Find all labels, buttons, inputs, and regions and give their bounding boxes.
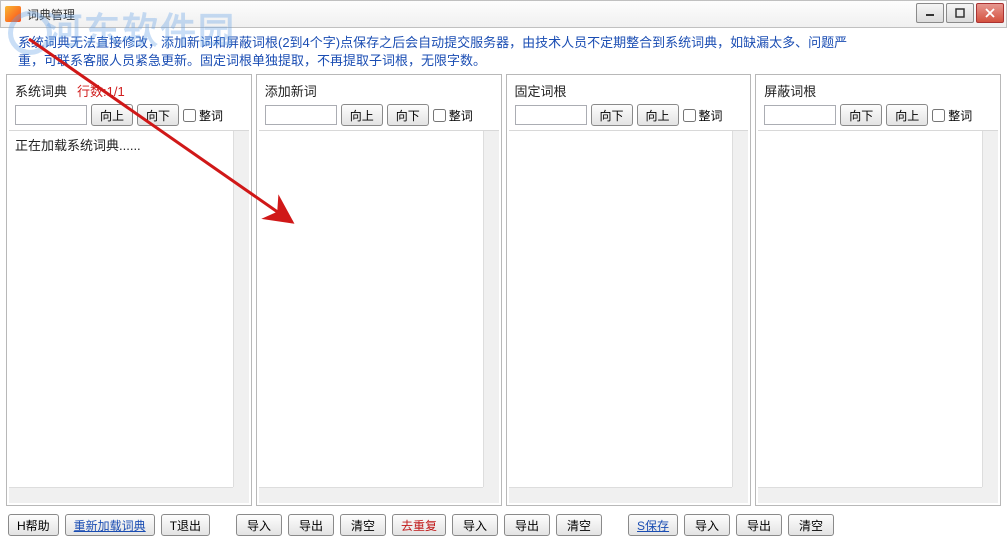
mask-import-button[interactable]: 导入 (684, 514, 730, 536)
mask-clear-button[interactable]: 清空 (788, 514, 834, 536)
fixed-export-button[interactable]: 导出 (504, 514, 550, 536)
maximize-button[interactable] (946, 3, 974, 23)
save-button[interactable]: S保存 (628, 514, 678, 536)
info-line-2: 重，可联系客服人员紧急更新。固定词根单独提取，不再提取子词根，无限字数。 (18, 52, 997, 70)
minimize-icon (925, 8, 935, 18)
maximize-icon (955, 8, 965, 18)
panel-title-add: 添加新词 (265, 81, 317, 100)
minimize-button[interactable] (916, 3, 944, 23)
scrollbar-vertical[interactable] (483, 131, 499, 487)
mask-search-input[interactable] (764, 105, 836, 125)
exit-button[interactable]: T退出 (161, 514, 210, 536)
system-wholeword-checkbox[interactable]: 整词 (183, 107, 223, 124)
panel-title-mask: 屏蔽词根 (764, 81, 816, 100)
fixed-down-button[interactable]: 向下 (591, 104, 633, 126)
scrollbar-vertical[interactable] (732, 131, 748, 487)
add-import-button[interactable]: 导入 (236, 514, 282, 536)
system-up-button[interactable]: 向上 (91, 104, 133, 126)
info-line-1: 系统词典无法直接修改，添加新词和屏蔽词根(2到4个字)点保存之后会自动提交服务器… (18, 34, 997, 52)
panel-title-system: 系统词典 (15, 81, 67, 100)
panel-mask-root: 屏蔽词根 向下 向上 整词 (755, 74, 1001, 506)
scroll-corner (982, 487, 998, 503)
add-up-button[interactable]: 向上 (341, 104, 383, 126)
mask-wholeword-checkbox[interactable]: 整词 (932, 107, 972, 124)
mask-list[interactable] (758, 130, 998, 503)
add-search-input[interactable] (265, 105, 337, 125)
main-panels: 系统词典 行数:1/1 向上 向下 整词 正在加载系统词典...... (0, 74, 1007, 506)
scroll-corner (233, 487, 249, 503)
fixed-up-button[interactable]: 向上 (637, 104, 679, 126)
app-icon (5, 6, 21, 22)
system-wholeword-input[interactable] (183, 109, 196, 122)
fixed-search-input[interactable] (515, 105, 587, 125)
add-down-button[interactable]: 向下 (387, 104, 429, 126)
window-title: 词典管理 (27, 6, 75, 23)
fixed-list[interactable] (509, 130, 749, 503)
system-loading-text: 正在加载系统词典...... (15, 138, 141, 153)
scroll-corner (732, 487, 748, 503)
add-list[interactable] (259, 130, 499, 503)
scrollbar-horizontal[interactable] (509, 487, 733, 503)
window-controls (916, 3, 1004, 23)
mask-export-button[interactable]: 导出 (736, 514, 782, 536)
add-export-button[interactable]: 导出 (288, 514, 334, 536)
system-search-input[interactable] (15, 105, 87, 125)
close-icon (985, 8, 995, 18)
scrollbar-horizontal[interactable] (259, 487, 483, 503)
scrollbar-horizontal[interactable] (758, 487, 982, 503)
panel-add-word: 添加新词 向上 向下 整词 (256, 74, 502, 506)
scrollbar-horizontal[interactable] (9, 487, 233, 503)
titlebar: 词典管理 (0, 0, 1007, 28)
mask-wholeword-input[interactable] (932, 109, 945, 122)
system-down-button[interactable]: 向下 (137, 104, 179, 126)
info-text: 系统词典无法直接修改，添加新词和屏蔽词根(2到4个字)点保存之后会自动提交服务器… (0, 28, 1007, 74)
mask-down-button[interactable]: 向下 (840, 104, 882, 126)
scroll-corner (483, 487, 499, 503)
panel-title-fixed: 固定词根 (515, 81, 567, 100)
panel-fixed-root: 固定词根 向下 向上 整词 (506, 74, 752, 506)
dedupe-button[interactable]: 去重复 (392, 514, 446, 536)
bottom-toolbar: H帮助 重新加载词典 T退出 导入 导出 清空 去重复 导入 导出 清空 S保存… (0, 506, 1007, 542)
mask-up-button[interactable]: 向上 (886, 104, 928, 126)
add-clear-button[interactable]: 清空 (340, 514, 386, 536)
fixed-wholeword-checkbox[interactable]: 整词 (683, 107, 723, 124)
fixed-clear-button[interactable]: 清空 (556, 514, 602, 536)
help-button[interactable]: H帮助 (8, 514, 59, 536)
scrollbar-vertical[interactable] (982, 131, 998, 487)
panel-system-dict: 系统词典 行数:1/1 向上 向下 整词 正在加载系统词典...... (6, 74, 252, 506)
system-list[interactable]: 正在加载系统词典...... (9, 130, 249, 503)
add-wholeword-checkbox[interactable]: 整词 (433, 107, 473, 124)
fixed-import-button[interactable]: 导入 (452, 514, 498, 536)
reload-dict-button[interactable]: 重新加载词典 (65, 514, 155, 536)
close-button[interactable] (976, 3, 1004, 23)
scrollbar-vertical[interactable] (233, 131, 249, 487)
line-count: 行数:1/1 (77, 81, 125, 100)
fixed-wholeword-input[interactable] (683, 109, 696, 122)
add-wholeword-input[interactable] (433, 109, 446, 122)
